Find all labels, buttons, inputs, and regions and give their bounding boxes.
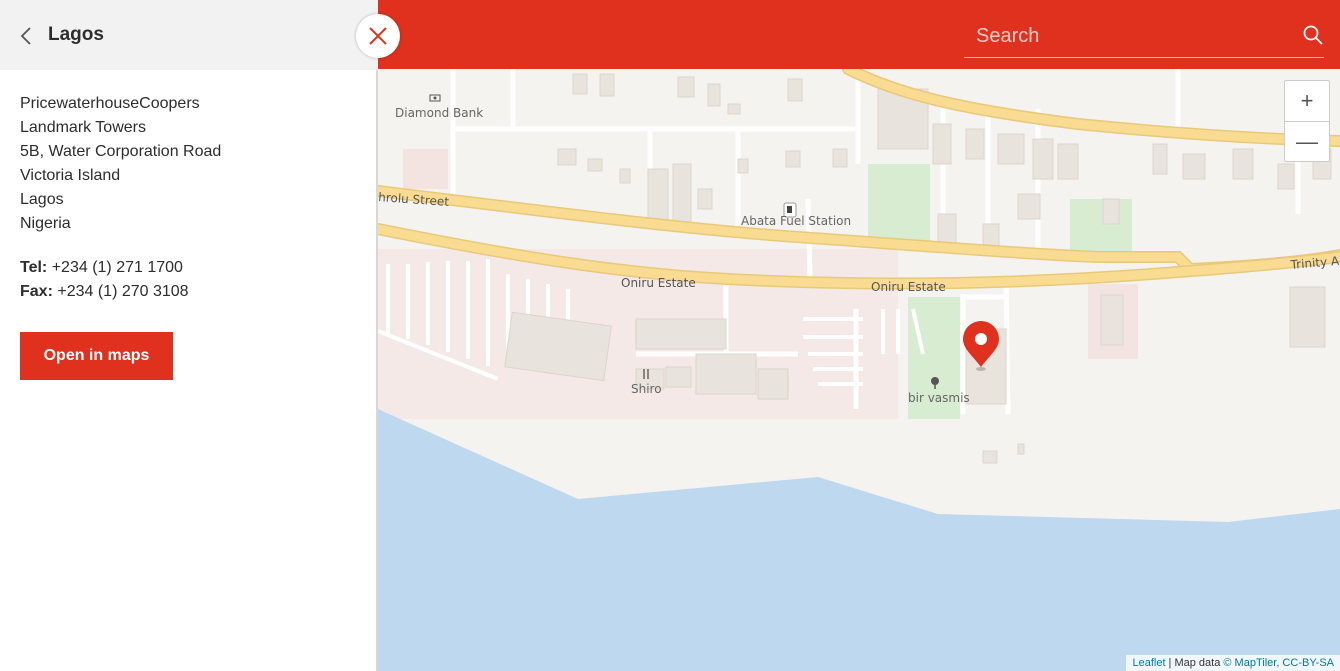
street-label: Oniru Estate <box>871 280 946 294</box>
fax-row: Fax: +234 (1) 270 3108 <box>20 280 189 304</box>
address-line: Nigeria <box>20 215 71 232</box>
address-line: PricewaterhouseCoopers <box>20 95 200 112</box>
address-block: PricewaterhouseCoopers Landmark Towers 5… <box>20 92 221 236</box>
fax-value: +234 (1) 270 3108 <box>52 283 189 300</box>
poi-label: Diamond Bank <box>395 106 483 120</box>
zoom-out-button[interactable]: — <box>1285 122 1329 162</box>
street-label: Oniru Estate <box>621 276 696 290</box>
info-panel: Lagos PricewaterhouseCoopers Landmark To… <box>0 0 378 671</box>
chevron-left-icon[interactable] <box>18 26 34 46</box>
poi-label: Shiro <box>631 382 662 396</box>
search-field-wrap <box>964 18 1324 58</box>
maptiler-link[interactable]: © MapTiler, CC-BY-SA <box>1223 657 1334 669</box>
panel-header: Lagos <box>0 0 378 70</box>
poi-label: Abata Fuel Station <box>741 214 851 228</box>
address-line: Landmark Towers <box>20 119 146 136</box>
map-canvas[interactable]: Diamond Bank Abata Fuel Station hrolu St… <box>378 69 1340 671</box>
address-line: 5B, Water Corporation Road <box>20 143 222 160</box>
close-icon <box>369 27 387 45</box>
zoom-in-button[interactable]: + <box>1285 81 1329 122</box>
tel-row: Tel: +234 (1) 271 1700 <box>20 256 189 280</box>
open-in-maps-button[interactable]: Open in maps <box>20 332 173 380</box>
poi-label: bir vasmis <box>908 391 970 405</box>
address-line: Victoria Island <box>20 167 121 184</box>
attribution-text: | Map data <box>1165 657 1224 669</box>
fax-label: Fax: <box>20 283 53 300</box>
tel-value: +234 (1) 271 1700 <box>47 259 183 276</box>
leaflet-link[interactable]: Leaflet <box>1132 657 1165 669</box>
search-bar <box>378 0 1340 69</box>
address-line: Lagos <box>20 191 64 208</box>
tel-label: Tel: <box>20 259 48 276</box>
contact-block: Tel: +234 (1) 271 1700 Fax: +234 (1) 270… <box>20 256 189 304</box>
search-input[interactable] <box>974 18 1298 54</box>
map-attribution: Leaflet | Map data © MapTiler, CC-BY-SA <box>1126 655 1340 671</box>
zoom-control: + — <box>1284 80 1330 162</box>
close-button[interactable] <box>356 14 400 58</box>
map-view[interactable]: Diamond Bank Abata Fuel Station hrolu St… <box>378 0 1340 671</box>
panel-title: Lagos <box>48 24 104 45</box>
search-icon[interactable] <box>1302 24 1324 46</box>
